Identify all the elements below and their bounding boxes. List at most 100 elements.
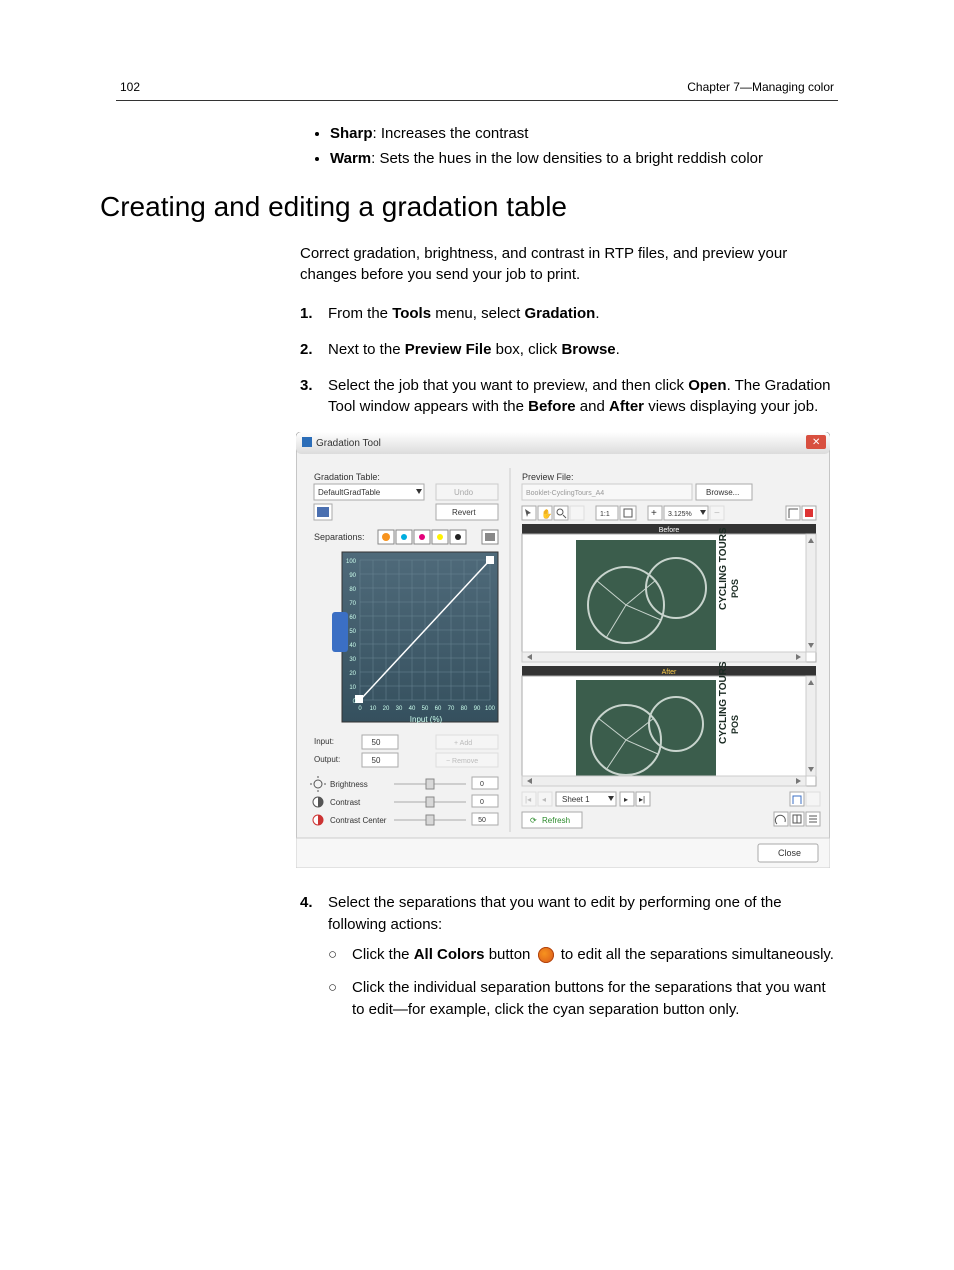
svg-text:CYCLING TOURS: CYCLING TOURS [718, 527, 729, 610]
svg-text:◂: ◂ [542, 795, 546, 804]
color-swatch-icon[interactable] [802, 506, 816, 520]
svg-text:0: 0 [480, 781, 484, 788]
svg-text:Sheet 1: Sheet 1 [562, 795, 590, 804]
svg-text:50: 50 [372, 756, 381, 765]
svg-text:POS: POS [730, 715, 740, 734]
svg-text:1:1: 1:1 [600, 511, 610, 518]
page-number: 102 [120, 80, 140, 94]
zoom-out-icon[interactable] [570, 506, 584, 520]
svg-text:Undo: Undo [454, 488, 474, 497]
svg-text:Input (%): Input (%) [410, 715, 443, 724]
svg-text:0: 0 [480, 799, 484, 806]
step-2: 2. Next to the Preview File box, click B… [300, 339, 834, 361]
svg-text:− Remove: − Remove [446, 758, 478, 765]
contrast-slider[interactable] [426, 797, 434, 807]
separation-all-button[interactable] [378, 530, 394, 544]
svg-text:90: 90 [474, 706, 481, 712]
svg-text:Contrast: Contrast [330, 798, 361, 807]
svg-text:10: 10 [349, 685, 356, 691]
svg-text:▸|: ▸| [639, 795, 645, 804]
flip-back-icon[interactable] [806, 792, 820, 806]
svg-text:Refresh: Refresh [542, 816, 570, 825]
svg-text:Gradation Table:: Gradation Table: [314, 472, 380, 482]
svg-text:50: 50 [372, 738, 381, 747]
gradation-tool-screenshot: Gradation Tool ✕ Gradation Table: Defaul… [296, 432, 830, 868]
chapter-title: Chapter 7—Managing color [687, 80, 834, 94]
after-hscroll[interactable] [522, 776, 806, 786]
svg-text:70: 70 [448, 706, 455, 712]
view-split-icon[interactable] [790, 812, 804, 826]
svg-text:POS: POS [730, 579, 740, 598]
svg-text:Contrast Center: Contrast Center [330, 816, 387, 825]
svg-text:60: 60 [349, 615, 356, 621]
svg-text:80: 80 [461, 706, 468, 712]
step-list: 1. From the Tools menu, select Gradation… [300, 303, 834, 418]
all-colors-icon [538, 947, 554, 963]
svg-text:50: 50 [349, 629, 356, 635]
after-vscroll[interactable] [806, 676, 816, 776]
svg-text:Booklet-CyclingTours_A4: Booklet-CyclingTours_A4 [526, 490, 604, 497]
svg-text:90: 90 [349, 573, 356, 579]
separation-magenta-button[interactable] [414, 530, 430, 544]
fit-page-icon[interactable] [620, 506, 636, 520]
brightness-value[interactable] [472, 777, 498, 789]
bullet-sharp: Sharp: Increases the contrast [330, 125, 834, 142]
svg-text:Brightness: Brightness [330, 780, 368, 789]
svg-text:✋: ✋ [541, 508, 552, 519]
svg-text:100: 100 [346, 559, 357, 565]
page-orient-icon[interactable] [786, 506, 800, 520]
svg-text:Before: Before [659, 527, 680, 534]
svg-text:100: 100 [485, 706, 496, 712]
svg-text:CYCLING TOURS: CYCLING TOURS [718, 661, 729, 744]
feature-bullets: Sharp: Increases the contrast Warm: Sets… [330, 125, 834, 167]
svg-text:40: 40 [349, 643, 356, 649]
section-heading: Creating and editing a gradation table [100, 191, 834, 223]
step-1: 1. From the Tools menu, select Gradation… [300, 303, 834, 325]
before-hscroll[interactable] [522, 652, 806, 662]
svg-text:40: 40 [409, 706, 416, 712]
svg-text:Separations:: Separations: [314, 532, 365, 542]
svg-text:50: 50 [478, 817, 486, 824]
curve-handle-start [355, 695, 363, 703]
svg-text:−: − [714, 508, 720, 519]
svg-text:3.125%: 3.125% [668, 511, 692, 518]
svg-text:After: After [662, 669, 677, 676]
step-4: 4. Select the separations that you want … [300, 892, 834, 1033]
running-header: 102 Chapter 7—Managing color [0, 0, 954, 98]
svg-text:Revert: Revert [452, 508, 476, 517]
sub-action-list: ○ Click the All Colors button to edit al… [328, 944, 834, 1021]
step-list-continued: 4. Select the separations that you want … [300, 892, 834, 1033]
bullet-warm: Warm: Sets the hues in the low densities… [330, 150, 834, 167]
svg-text:70: 70 [349, 601, 356, 607]
brightness-slider[interactable] [426, 779, 434, 789]
svg-text:80: 80 [349, 587, 356, 593]
before-vscroll[interactable] [806, 534, 816, 652]
curve-handle-end [486, 556, 494, 564]
svg-text:⟳: ⟳ [530, 816, 537, 825]
separation-yellow-button[interactable] [432, 530, 448, 544]
svg-text:+: + [651, 508, 657, 519]
svg-text:+ Add: + Add [454, 740, 472, 747]
svg-text:30: 30 [396, 706, 403, 712]
svg-text:Output:: Output: [314, 755, 340, 764]
contrast-center-slider[interactable] [426, 815, 434, 825]
contrast-value[interactable] [472, 795, 498, 807]
separation-black-button[interactable] [450, 530, 466, 544]
svg-text:|◂: |◂ [525, 795, 531, 804]
view-rotate-icon[interactable] [774, 812, 788, 826]
svg-text:DefaultGradTable: DefaultGradTable [318, 488, 381, 497]
section-intro: Correct gradation, brightness, and contr… [300, 243, 834, 285]
right-panel: Preview File: Booklet-CyclingTours_A4 Br… [522, 472, 820, 828]
separation-cyan-button[interactable] [396, 530, 412, 544]
view-single-icon[interactable] [806, 812, 820, 826]
separation-invert-button[interactable] [482, 530, 498, 544]
sub-individual: ○ Click the individual separation button… [328, 977, 834, 1021]
svg-text:Preview File:: Preview File: [522, 472, 574, 482]
svg-text:60: 60 [435, 706, 442, 712]
svg-text:20: 20 [349, 671, 356, 677]
screenshot-wrapper: Gradation Tool ✕ Gradation Table: Defaul… [296, 432, 834, 868]
svg-text:20: 20 [383, 706, 390, 712]
flip-icon[interactable] [790, 792, 804, 806]
svg-text:▸: ▸ [624, 795, 628, 804]
svg-text:10: 10 [370, 706, 377, 712]
